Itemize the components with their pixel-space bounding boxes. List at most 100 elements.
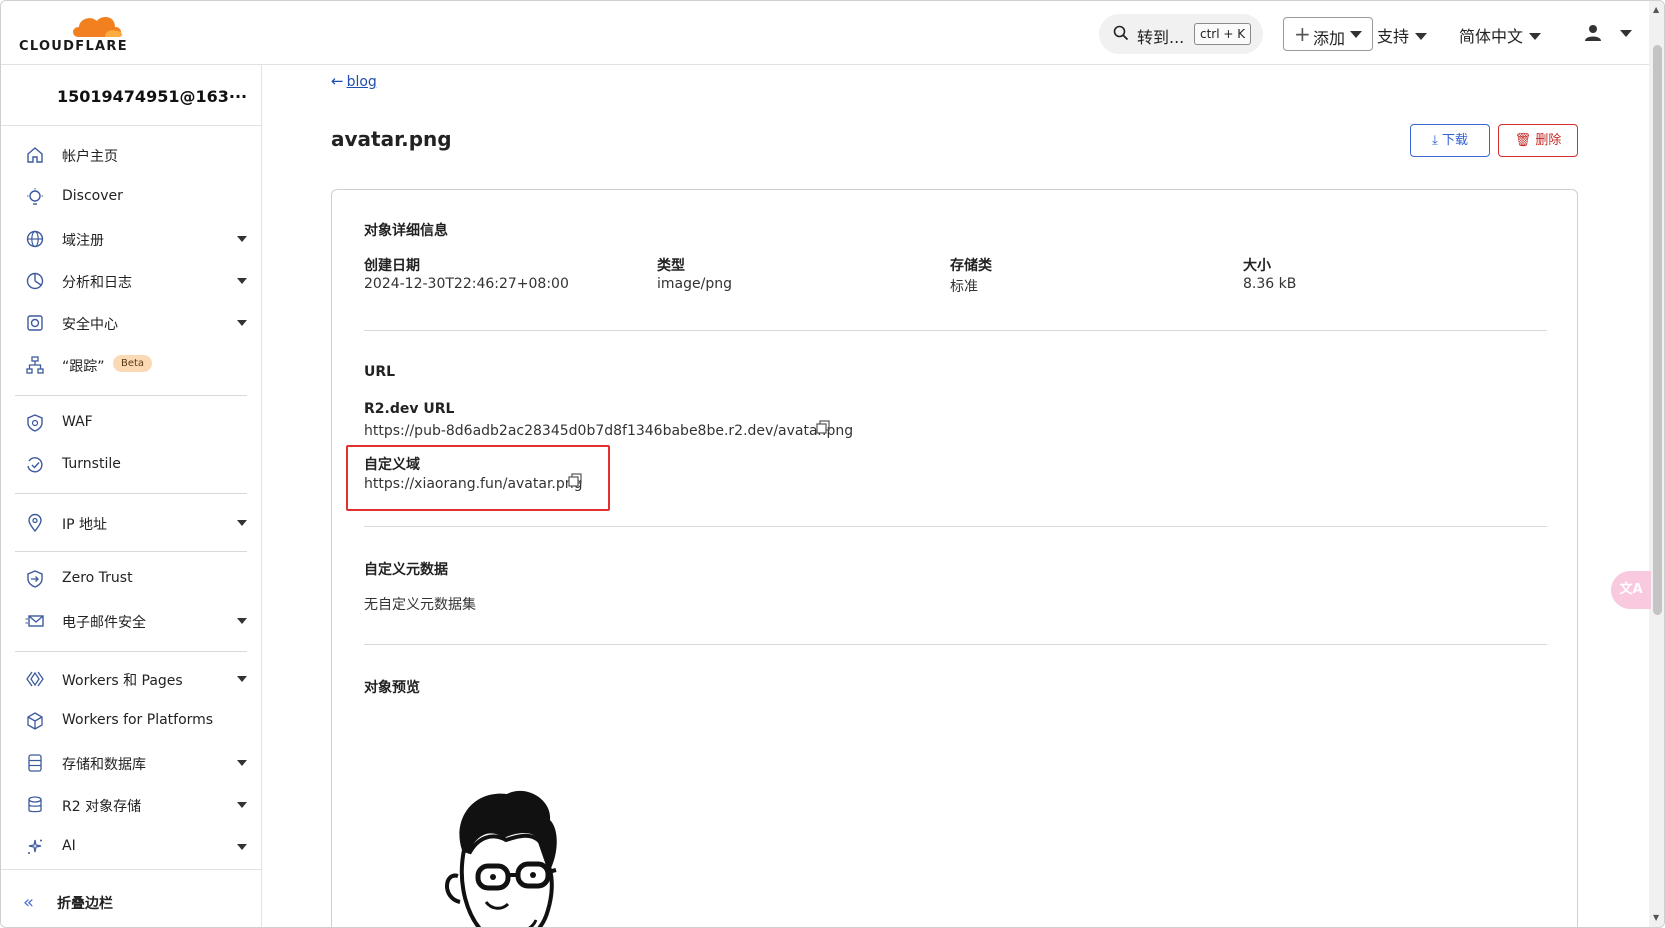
sidebar-item-label: R2 对象存储 (62, 799, 142, 815)
sidebar-item-label: Workers 和 Pages (62, 673, 183, 689)
field-label-r2dev-url: R2.dev URL (364, 401, 455, 417)
object-details-card: 对象详细信息 创建日期 2024-12-30T22:46:27+08:00 类型… (331, 189, 1578, 927)
page-title: avatar.png (331, 127, 452, 151)
scroll-down-icon[interactable]: ▼ (1653, 913, 1659, 922)
chevron-down-icon (1620, 30, 1632, 37)
support-label: 支持 (1377, 27, 1410, 46)
sidebar-item-label: IP 地址 (62, 517, 108, 533)
sidebar-item-trace[interactable]: “跟踪” Beta (1, 347, 261, 383)
scrollbar-thumb[interactable] (1653, 45, 1662, 615)
add-button[interactable]: + 添加 (1283, 17, 1373, 51)
field-label-storage-class: 存储类 (950, 258, 992, 274)
home-icon (27, 147, 43, 163)
chevron-down-icon (237, 236, 247, 242)
breadcrumb-link-bucket[interactable]: blog (347, 74, 377, 90)
delete-button[interactable]: 🗑 删除 (1498, 124, 1578, 157)
sidebar-item-analytics-logs[interactable]: 分析和日志 (1, 263, 261, 299)
app-window: CLOUDFLARE 转到... ctrl + K + 添加 支持 简体中文 1… (0, 0, 1665, 928)
sidebar-item-ip-addresses[interactable]: IP 地址 (1, 505, 261, 541)
chevron-down-icon (237, 320, 247, 326)
field-value-storage-class: 标准 (950, 279, 978, 295)
cloud-icon (73, 17, 123, 37)
chevron-down-icon (1350, 31, 1362, 38)
arrow-left-icon: ← (331, 72, 344, 90)
breadcrumb[interactable]: ← blog (331, 72, 377, 90)
download-icon: ⤓ (1432, 133, 1438, 148)
search-shortcut: ctrl + K (1194, 23, 1252, 45)
support-menu[interactable]: 支持 (1377, 23, 1428, 47)
double-chevron-left-icon: « (23, 892, 35, 913)
divider (15, 395, 247, 396)
sidebar-item-label: Turnstile (62, 456, 121, 472)
sidebar-item-domain-registration[interactable]: 域注册 (1, 221, 261, 257)
section-title-url: URL (364, 364, 396, 380)
sidebar-item-label: Discover (62, 188, 123, 204)
cloudflare-logo[interactable]: CLOUDFLARE (19, 13, 129, 54)
field-label-size: 大小 (1243, 258, 1271, 274)
account-name[interactable]: 15019474951@163··· (57, 87, 247, 106)
sidebar-item-discover[interactable]: Discover (1, 179, 261, 215)
user-menu[interactable] (1584, 23, 1632, 45)
sidebar-item-label: AI (62, 838, 76, 854)
divider (364, 330, 1547, 331)
sidebar-item-label: Zero Trust (62, 570, 133, 586)
sidebar-item-email-security[interactable]: 电子邮件安全 (1, 603, 261, 639)
top-bar: CLOUDFLARE 转到... ctrl + K + 添加 支持 简体中文 (1, 1, 1649, 65)
download-button[interactable]: ⤓ 下载 (1410, 124, 1490, 157)
chevron-down-icon (237, 618, 247, 624)
sidebar-item-security-center[interactable]: 安全中心 (1, 305, 261, 341)
user-icon (1585, 25, 1601, 41)
sidebar-item-label: 域注册 (62, 233, 104, 249)
trash-icon: 🗑 (1514, 133, 1532, 148)
divider (364, 526, 1547, 527)
sidebar-item-label: “跟踪” (62, 359, 105, 375)
turnstile-icon (27, 457, 43, 473)
collapse-sidebar-button[interactable]: « 折叠边栏 (1, 869, 261, 927)
language-label: 简体中文 (1459, 27, 1524, 46)
copy-icon[interactable] (568, 473, 582, 487)
sidebar-item-label: 存储和数据库 (62, 757, 146, 773)
sidebar-item-ai[interactable]: AI (1, 829, 261, 865)
location-pin-icon (28, 513, 42, 533)
download-button-label: 下载 (1441, 133, 1468, 148)
field-label-custom-domain: 自定义域 (364, 457, 420, 473)
storage-icon (28, 796, 42, 813)
shield-center-icon (27, 315, 43, 331)
sidebar-item-waf[interactable]: WAF (1, 405, 261, 441)
page-scrollbar[interactable]: ▲ ▼ (1649, 1, 1664, 927)
search-box[interactable]: 转到... ctrl + K (1099, 14, 1263, 54)
scroll-up-icon[interactable]: ▲ (1653, 5, 1659, 14)
sidebar-item-workers-for-platforms[interactable]: Workers for Platforms (1, 703, 261, 739)
sidebar: 15019474951@163··· 帐户主页 Discover 域注册 分析和… (1, 65, 262, 927)
field-value-created: 2024-12-30T22:46:27+08:00 (364, 276, 569, 292)
plus-icon: + (1294, 22, 1311, 46)
sidebar-item-account-home[interactable]: 帐户主页 (1, 137, 261, 173)
sidebar-item-workers-pages[interactable]: Workers 和 Pages (1, 661, 261, 697)
cube-icon (27, 712, 43, 730)
search-label: 转到... (1137, 28, 1185, 47)
chevron-down-icon (237, 760, 247, 766)
field-label-created: 创建日期 (364, 258, 420, 274)
sparkle-icon (28, 839, 42, 854)
language-menu[interactable]: 简体中文 (1459, 23, 1542, 47)
email-icon (25, 615, 44, 627)
divider (1, 125, 261, 126)
divider (364, 644, 1547, 645)
workers-icon (26, 671, 44, 687)
sidebar-item-storage-databases[interactable]: 存储和数据库 (1, 745, 261, 781)
metadata-empty-text: 无自定义元数据集 (364, 597, 476, 613)
database-icon (28, 754, 42, 772)
field-value-type: image/png (657, 276, 732, 292)
sidebar-item-zero-trust[interactable]: Zero Trust (1, 561, 261, 597)
copy-icon[interactable] (816, 420, 830, 434)
translate-icon[interactable]: 文A (1611, 571, 1651, 609)
sidebar-item-label: WAF (62, 414, 93, 430)
brand-wordmark: CLOUDFLARE (19, 39, 128, 54)
chevron-down-icon (237, 278, 247, 284)
field-label-type: 类型 (657, 258, 685, 274)
add-button-label: 添加 (1313, 29, 1346, 48)
sidebar-item-r2-storage[interactable]: R2 对象存储 (1, 787, 261, 823)
waf-icon (27, 414, 43, 432)
sidebar-item-turnstile[interactable]: Turnstile (1, 447, 261, 483)
sidebar-item-label: 电子邮件安全 (62, 615, 146, 631)
